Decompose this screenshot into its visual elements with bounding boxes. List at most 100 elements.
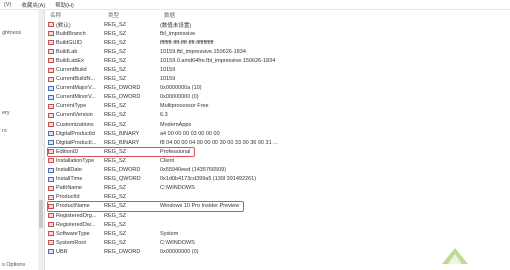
- table-row[interactable]: ProductName REG_SZ Windows 10 Pro Insider …: [46, 202, 510, 211]
- table-row[interactable]: SoftwareType REG_SZ System: [46, 229, 510, 238]
- value-data: ModernApps: [160, 121, 192, 128]
- menu-bar: (V) 收藏夹(A) 帮助(H): [0, 0, 510, 10]
- value-name: CurrentMinorV...: [56, 94, 96, 101]
- value-type: REG_QWORD: [104, 176, 141, 183]
- table-row[interactable]: RegisteredOrg... REG_SZ: [46, 211, 510, 220]
- value-data: 0x0000000a (10): [160, 85, 202, 92]
- value-type: REG_SZ: [104, 48, 127, 55]
- string-value-icon: [48, 185, 54, 191]
- table-row[interactable]: CurrentBuild REG_SZ 10159: [46, 65, 510, 74]
- table-row[interactable]: CurrentType REG_SZ Multiprocessor Free: [46, 102, 510, 111]
- value-data: 10159: [160, 67, 176, 74]
- value-name: PathName: [56, 185, 82, 192]
- value-name: Customizations: [56, 121, 94, 128]
- string-value-icon: [48, 194, 54, 200]
- table-row[interactable]: ProductId REG_SZ: [46, 193, 510, 202]
- value-data: f8 04 00 00 04 00 00 00 30 00 33 00 36 0…: [160, 139, 278, 146]
- table-row[interactable]: CurrentVersion REG_SZ 6.3: [46, 111, 510, 120]
- value-data: 10159: [160, 76, 176, 83]
- string-value-icon: [48, 112, 54, 118]
- value-type: REG_BINARY: [104, 139, 140, 146]
- table-row[interactable]: CurrentMinorV... REG_DWORD 0x00000000 (0): [46, 93, 510, 102]
- scrollbar-thumb[interactable]: [39, 200, 43, 228]
- tree-item[interactable]: s Options: [2, 262, 25, 268]
- menu-favorites[interactable]: 收藏夹(A): [21, 1, 45, 9]
- table-row[interactable]: RegisteredOw... REG_SZ: [46, 220, 510, 229]
- table-row[interactable]: PathName REG_SZ C:\WINDOWS: [46, 184, 510, 193]
- string-value-icon: [48, 240, 54, 246]
- value-data: Windows 10 Pro Insider Preview: [160, 203, 240, 210]
- value-name: InstallTime: [56, 176, 83, 183]
- string-value-icon: [48, 158, 54, 164]
- tree-item[interactable]: rs: [2, 128, 7, 134]
- value-type: REG_SZ: [104, 103, 127, 110]
- string-value-icon: [48, 58, 54, 64]
- menu-view[interactable]: (V): [4, 2, 11, 8]
- table-row[interactable]: BuildGUID REG_SZ ffffffff-ffff-ffff-ffff-f…: [46, 38, 510, 47]
- value-data: 6.3: [160, 112, 168, 119]
- value-type: REG_SZ: [104, 203, 127, 210]
- table-row[interactable]: BuildBranch REG_SZ fbl_impressive: [46, 29, 510, 38]
- table-row[interactable]: DigitalProductI... REG_BINARY f8 04 00 00 …: [46, 138, 510, 147]
- table-row[interactable]: InstallationType REG_SZ Client: [46, 156, 510, 165]
- value-type: REG_SZ: [104, 148, 127, 155]
- value-name: InstallationType: [56, 157, 95, 164]
- string-value-icon: [48, 203, 54, 209]
- binary-value-icon: [48, 167, 54, 173]
- string-value-icon: [48, 149, 54, 155]
- value-type: REG_DWORD: [104, 248, 141, 255]
- table-row[interactable]: DigitalProductId REG_BINARY a4 00 00 00 03…: [46, 129, 510, 138]
- column-header-type[interactable]: 类型: [108, 11, 164, 19]
- value-type: REG_SZ: [104, 30, 127, 37]
- tree-scrollbar[interactable]: [38, 10, 45, 270]
- table-row[interactable]: CurrentMajorV... REG_DWORD 0x0000000a (10): [46, 84, 510, 93]
- tree-pane: ghtness ery rs s Options: [0, 10, 39, 270]
- value-data: 0x1d0b4173cd399a5 (130l 391492261): [160, 176, 257, 183]
- table-row[interactable]: BuildLab REG_SZ 10159.fbl_impressive.15062…: [46, 47, 510, 56]
- string-value-icon: [48, 22, 54, 28]
- value-data: 0x00000000 (0): [160, 248, 199, 255]
- column-header-data[interactable]: 数据: [164, 11, 364, 19]
- value-name: UBR: [56, 248, 68, 255]
- table-row[interactable]: InstallTime REG_QWORD 0x1d0b4173cd399a5 (1…: [46, 175, 510, 184]
- value-name: BuildLabEx: [56, 57, 84, 64]
- tree-item[interactable]: ghtness: [2, 30, 21, 36]
- string-value-icon: [48, 222, 54, 228]
- table-row[interactable]: EditionID REG_SZ Professional: [46, 147, 510, 156]
- table-row[interactable]: Customizations REG_SZ ModernApps: [46, 120, 510, 129]
- value-name: ProductName: [56, 203, 90, 210]
- value-data: 10159.fbl_impressive.150626-1834: [160, 48, 246, 55]
- column-header-name[interactable]: 名称: [46, 11, 108, 19]
- value-type: REG_SZ: [104, 67, 127, 74]
- table-row[interactable]: InstallDate REG_DWORD 0x55940eed (14357665…: [46, 166, 510, 175]
- value-name: BuildBranch: [56, 30, 86, 37]
- value-name: SoftwareType: [56, 230, 90, 237]
- value-data: Multiprocessor Free: [160, 103, 209, 110]
- tree-item[interactable]: ery: [2, 110, 10, 116]
- table-row[interactable]: CurrentBuildN... REG_SZ 10159: [46, 75, 510, 84]
- string-value-icon: [48, 103, 54, 109]
- value-data: Professional: [160, 148, 191, 155]
- value-type: REG_SZ: [104, 57, 127, 64]
- value-name: CurrentBuild: [56, 67, 87, 74]
- table-row[interactable]: (默认) REG_SZ (数值未设置): [46, 20, 510, 29]
- value-data: C:\WINDOWS: [160, 185, 195, 192]
- string-value-icon: [48, 122, 54, 128]
- binary-value-icon: [48, 249, 54, 255]
- value-type: REG_DWORD: [104, 167, 141, 174]
- value-type: REG_SZ: [104, 194, 127, 201]
- watermark-logo-icon: [442, 248, 468, 264]
- menu-help[interactable]: 帮助(H): [55, 1, 74, 9]
- string-value-icon: [48, 231, 54, 237]
- binary-value-icon: [48, 140, 54, 146]
- value-type: REG_SZ: [104, 39, 127, 46]
- value-name: RegisteredOw...: [56, 221, 96, 228]
- value-data: System: [160, 230, 179, 237]
- value-type: REG_SZ: [104, 230, 127, 237]
- value-name: InstallDate: [56, 167, 82, 174]
- value-name: BuildLab: [56, 48, 78, 55]
- table-row[interactable]: BuildLabEx REG_SZ 10159.0.amd64fre.fbl_imp…: [46, 56, 510, 65]
- value-data: a4 00 00 00 03 00 00 00: [160, 130, 220, 137]
- value-name: DigitalProductId: [56, 130, 95, 137]
- value-name: BuildGUID: [56, 39, 82, 46]
